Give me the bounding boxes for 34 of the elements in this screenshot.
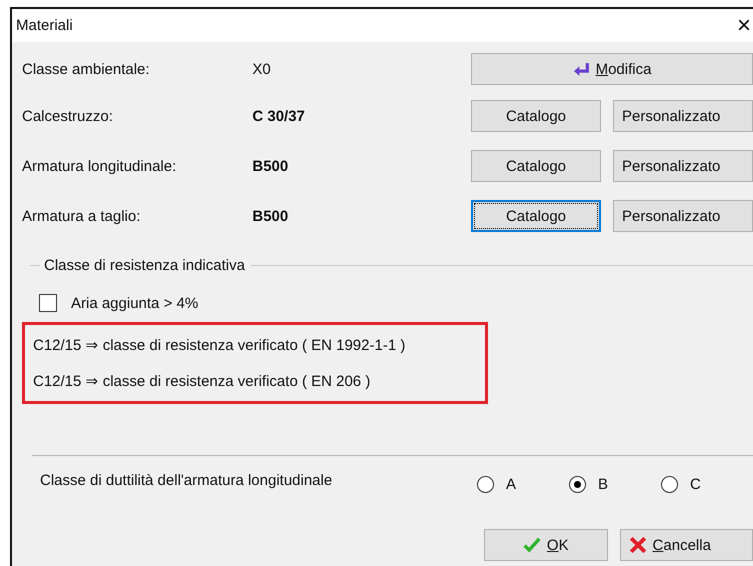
field-label: Armatura a taglio:	[22, 208, 142, 224]
radio-label: A	[506, 476, 516, 493]
close-icon	[628, 536, 647, 554]
close-button[interactable]: ×	[737, 14, 753, 38]
field-label: Classe ambientale:	[22, 60, 151, 78]
check-icon	[522, 536, 541, 554]
checkbox[interactable]	[39, 294, 57, 312]
result-text: C12/15 ⇒ classe di resistenza verificato ( EN 1992-1-1 )	[33, 336, 406, 356]
cancel-button[interactable]: Cancella	[620, 529, 753, 561]
catalog-button[interactable]: Catalogo	[471, 150, 601, 182]
field-value: X0	[252, 60, 272, 78]
radio-label: C	[690, 476, 701, 493]
custom-button[interactable]: Personalizzato	[613, 200, 753, 232]
field-label: Calcestruzzo:	[22, 108, 114, 124]
modify-button[interactable]: Modifica	[471, 53, 753, 85]
field-value: B500	[252, 208, 290, 224]
custom-button[interactable]: Personalizzato	[613, 150, 753, 182]
field-value: B500	[252, 158, 290, 174]
group-title: Classe di resistenza indicativa	[44, 257, 245, 274]
catalog-button[interactable]: Catalogo	[471, 200, 601, 232]
custom-button[interactable]: Personalizzato	[613, 100, 753, 132]
field-value: C 30/37	[252, 108, 306, 124]
ok-button[interactable]: OK	[484, 529, 608, 561]
result-text: C12/15 ⇒ classe di resistenza verificato ( EN 206 )	[33, 372, 372, 392]
radio-button[interactable]	[477, 476, 494, 493]
ductility-label: Classe di duttilità dell'armatura longitudinale	[39, 472, 334, 489]
catalog-button[interactable]: Catalogo	[471, 100, 601, 132]
window-title: Materiali	[16, 17, 73, 34]
field-label: Armatura longitudinale:	[22, 158, 178, 174]
radio-label: B	[598, 476, 608, 493]
radio-button[interactable]	[569, 476, 586, 493]
return-arrow-icon	[572, 60, 590, 78]
checkbox-label: Aria aggiunta > 4%	[71, 294, 198, 312]
radio-button[interactable]	[661, 476, 678, 493]
